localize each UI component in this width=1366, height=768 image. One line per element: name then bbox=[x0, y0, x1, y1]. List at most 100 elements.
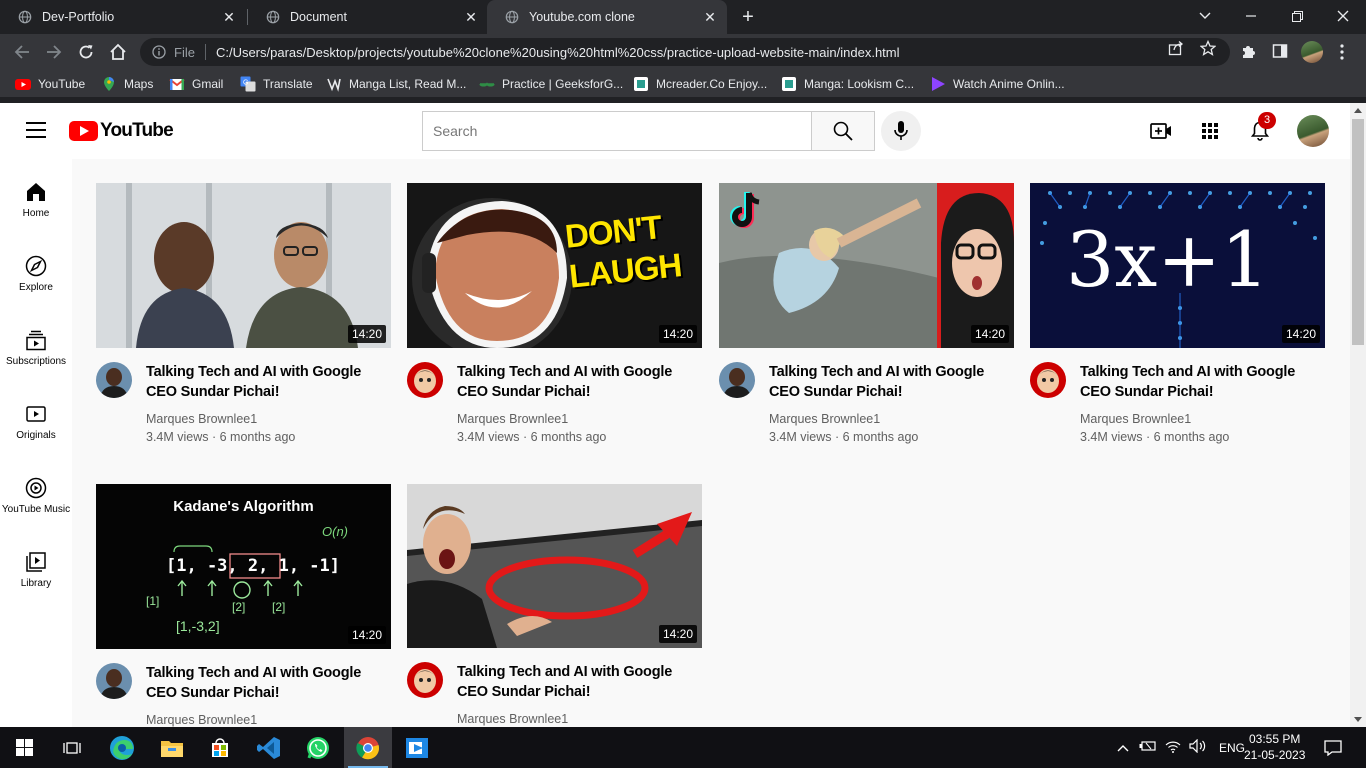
notifications-button[interactable] bbox=[1310, 727, 1356, 768]
bookmark-lookism[interactable]: Manga: Lookism C... bbox=[781, 76, 914, 92]
video-thumbnail[interactable]: 14:20 bbox=[96, 183, 391, 348]
wifi-icon[interactable] bbox=[1165, 739, 1181, 756]
site-info[interactable]: File bbox=[152, 45, 195, 60]
home-button[interactable] bbox=[106, 40, 130, 64]
start-button[interactable] bbox=[0, 727, 48, 768]
page-scrollbar[interactable] bbox=[1350, 103, 1366, 727]
scrollbar-thumb[interactable] bbox=[1352, 119, 1364, 345]
close-window-button[interactable] bbox=[1320, 0, 1366, 32]
svg-text:G: G bbox=[243, 80, 248, 87]
battery-icon[interactable] bbox=[1139, 740, 1157, 755]
channel-avatar[interactable] bbox=[407, 662, 443, 698]
voice-search-button[interactable] bbox=[881, 111, 921, 151]
forward-button[interactable] bbox=[42, 40, 66, 64]
channel-name[interactable]: Marques Brownlee1 bbox=[146, 713, 257, 727]
account-avatar[interactable] bbox=[1297, 115, 1329, 147]
video-title[interactable]: Talking Tech and AI with Google CEO Sund… bbox=[457, 662, 702, 702]
address-bar[interactable]: File C:/Users/paras/Desktop/projects/you… bbox=[140, 38, 1230, 66]
video-thumbnail[interactable]: 3x+1 14:20 bbox=[1030, 183, 1325, 348]
sidebar-item-youtube-music[interactable]: YouTube Music bbox=[0, 477, 72, 515]
video-card[interactable]: 14:20 Talking Tech and AI with Google CE… bbox=[96, 183, 391, 444]
language-indicator[interactable]: ENG bbox=[1219, 741, 1245, 755]
taskbar-app[interactable] bbox=[393, 727, 441, 768]
taskbar-store[interactable] bbox=[196, 727, 244, 768]
channel-name[interactable]: Marques Brownlee1 bbox=[1080, 412, 1191, 426]
video-card[interactable]: Kadane's Algorithm O(n) [1, -3, 2, 1, -1… bbox=[96, 484, 391, 727]
taskbar-whatsapp[interactable] bbox=[294, 727, 342, 768]
apps-grid-icon[interactable] bbox=[1198, 119, 1222, 143]
bookmark-gmail[interactable]: Gmail bbox=[169, 76, 223, 92]
volume-icon[interactable] bbox=[1189, 738, 1207, 756]
sidebar-item-subscriptions[interactable]: Subscriptions bbox=[0, 329, 72, 367]
taskbar-edge[interactable] bbox=[98, 727, 146, 768]
chevron-up-icon[interactable] bbox=[1115, 741, 1131, 755]
system-tray: ENG bbox=[1115, 727, 1245, 768]
bookmark-mcreader[interactable]: Mcreader.Co Enjoy... bbox=[633, 76, 767, 92]
share-icon[interactable] bbox=[1168, 40, 1184, 61]
back-button[interactable] bbox=[10, 40, 34, 64]
sidebar-item-home[interactable]: Home bbox=[0, 181, 72, 219]
taskbar-vscode[interactable] bbox=[245, 727, 293, 768]
scroll-up-arrow[interactable] bbox=[1354, 108, 1362, 113]
channel-name[interactable]: Marques Brownlee1 bbox=[457, 412, 568, 426]
menu-icon[interactable] bbox=[26, 122, 46, 138]
youtube-logo[interactable]: YouTube bbox=[69, 120, 174, 142]
tab-youtube-clone[interactable]: Youtube.com clone ✕ bbox=[487, 0, 727, 34]
minimize-button[interactable] bbox=[1228, 0, 1274, 32]
sidebar-item-originals[interactable]: Originals bbox=[0, 403, 72, 441]
side-panel-icon[interactable] bbox=[1272, 43, 1288, 64]
video-title[interactable]: Talking Tech and AI with Google CEO Sund… bbox=[1080, 362, 1325, 402]
sidebar-item-library[interactable]: Library bbox=[0, 551, 72, 589]
close-icon[interactable]: ✕ bbox=[462, 8, 480, 26]
video-title[interactable]: Talking Tech and AI with Google CEO Sund… bbox=[146, 663, 391, 703]
video-card[interactable]: DON'T LAUGH 14:20 Talking Tech and AI wi… bbox=[407, 183, 702, 444]
reload-button[interactable] bbox=[74, 40, 98, 64]
video-thumbnail[interactable]: 14:20 bbox=[407, 484, 702, 648]
bookmark-youtube[interactable]: YouTube bbox=[15, 76, 85, 92]
search-input[interactable] bbox=[422, 111, 811, 151]
scroll-down-arrow[interactable] bbox=[1354, 717, 1362, 722]
tab-dev-portfolio[interactable]: Dev-Portfolio ✕ bbox=[0, 0, 246, 34]
new-tab-button[interactable]: + bbox=[736, 5, 760, 29]
profile-avatar[interactable] bbox=[1301, 41, 1323, 63]
video-thumbnail[interactable]: DON'T LAUGH 14:20 bbox=[407, 183, 702, 348]
channel-name[interactable]: Marques Brownlee1 bbox=[146, 412, 257, 426]
bookmark-manga-list[interactable]: Manga List, Read M... bbox=[326, 76, 466, 92]
video-title[interactable]: Talking Tech and AI with Google CEO Sund… bbox=[146, 362, 391, 402]
tab-search-chevron-icon[interactable] bbox=[1182, 0, 1228, 32]
bookmark-label: Manga: Lookism C... bbox=[804, 77, 915, 91]
channel-name[interactable]: Marques Brownlee1 bbox=[457, 712, 568, 726]
taskbar-file-explorer[interactable] bbox=[148, 727, 196, 768]
bookmark-anime[interactable]: Watch Anime Onlin... bbox=[930, 76, 1065, 92]
bookmark-maps[interactable]: Maps bbox=[101, 76, 153, 92]
task-view-button[interactable] bbox=[48, 727, 96, 768]
video-card[interactable]: 14:20 Talking Tech and AI with Google CE… bbox=[719, 183, 1014, 444]
video-card[interactable]: 3x+1 14:20 Talking Tech and AI with Goog… bbox=[1030, 183, 1325, 444]
bookmark-star-icon[interactable] bbox=[1199, 39, 1217, 61]
bookmark-geeksforgeeks[interactable]: Practice | GeeksforG... bbox=[479, 76, 623, 92]
video-thumbnail[interactable]: Kadane's Algorithm O(n) [1, -3, 2, 1, -1… bbox=[96, 484, 391, 649]
search-button[interactable] bbox=[811, 111, 875, 151]
tab-document[interactable]: Document ✕ bbox=[248, 0, 488, 34]
video-title[interactable]: Talking Tech and AI with Google CEO Sund… bbox=[769, 362, 1014, 402]
create-video-icon[interactable] bbox=[1149, 119, 1173, 143]
channel-avatar[interactable] bbox=[407, 362, 443, 398]
channel-avatar[interactable] bbox=[96, 362, 132, 398]
taskbar-chrome[interactable] bbox=[344, 727, 392, 768]
restore-button[interactable] bbox=[1274, 0, 1320, 32]
video-card[interactable]: 14:20 Talking Tech and AI with Google CE… bbox=[407, 484, 702, 726]
channel-avatar[interactable] bbox=[719, 362, 755, 398]
channel-name[interactable]: Marques Brownlee1 bbox=[769, 412, 880, 426]
edge-icon bbox=[110, 735, 134, 760]
video-title[interactable]: Talking Tech and AI with Google CEO Sund… bbox=[457, 362, 702, 402]
video-thumbnail[interactable]: 14:20 bbox=[719, 183, 1014, 348]
sidebar-item-explore[interactable]: Explore bbox=[0, 255, 72, 293]
close-icon[interactable]: ✕ bbox=[220, 8, 238, 26]
clock[interactable]: 03:55 PM 21-05-2023 bbox=[1244, 731, 1305, 763]
channel-avatar[interactable] bbox=[96, 663, 132, 699]
close-icon[interactable]: ✕ bbox=[701, 8, 719, 26]
extensions-icon[interactable] bbox=[1240, 43, 1256, 64]
menu-kebab-icon[interactable] bbox=[1340, 44, 1344, 65]
channel-avatar[interactable] bbox=[1030, 362, 1066, 398]
bookmark-translate[interactable]: G Translate bbox=[240, 76, 313, 92]
